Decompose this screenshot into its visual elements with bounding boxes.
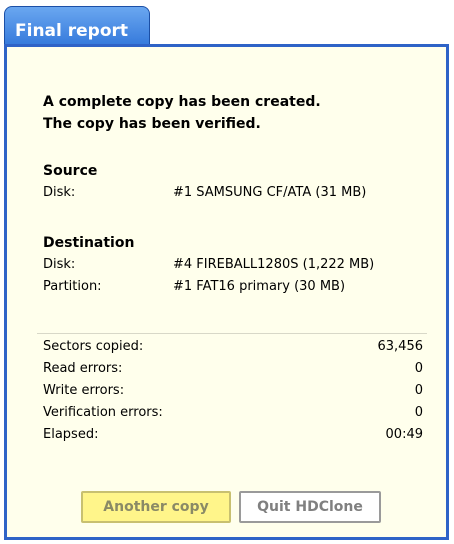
final-report-panel: A complete copy has been created. The co… <box>4 44 449 540</box>
stat-value: 00:49 <box>385 427 423 442</box>
status-line-created: A complete copy has been created. <box>43 94 321 110</box>
destination-heading: Destination <box>43 235 135 251</box>
stat-label: Write errors: <box>43 383 125 398</box>
destination-disk-value: #4 FIREBALL1280S (1,222 MB) <box>173 257 375 272</box>
destination-disk-label: Disk: <box>43 257 76 272</box>
stat-label: Elapsed: <box>43 427 99 442</box>
stat-value: 0 <box>414 383 423 398</box>
stat-value: 0 <box>414 361 423 376</box>
stat-value: 0 <box>414 405 423 420</box>
stat-label: Sectors copied: <box>43 339 144 354</box>
quit-hdclone-button[interactable]: Quit HDClone <box>239 491 381 523</box>
stat-label: Verification errors: <box>43 405 163 420</box>
tab-title: Final report <box>15 21 129 41</box>
divider <box>37 333 427 334</box>
source-disk-value: #1 SAMSUNG CF/ATA (31 MB) <box>173 185 367 200</box>
stat-label: Read errors: <box>43 361 123 376</box>
destination-partition-value: #1 FAT16 primary (30 MB) <box>173 279 346 294</box>
source-heading: Source <box>43 163 98 179</box>
source-disk-label: Disk: <box>43 185 76 200</box>
status-message: A complete copy has been created. The co… <box>43 91 321 135</box>
status-line-verified: The copy has been verified. <box>43 116 261 132</box>
stat-value: 63,456 <box>377 339 424 354</box>
destination-partition-label: Partition: <box>43 279 102 294</box>
another-copy-button[interactable]: Another copy <box>81 491 231 523</box>
